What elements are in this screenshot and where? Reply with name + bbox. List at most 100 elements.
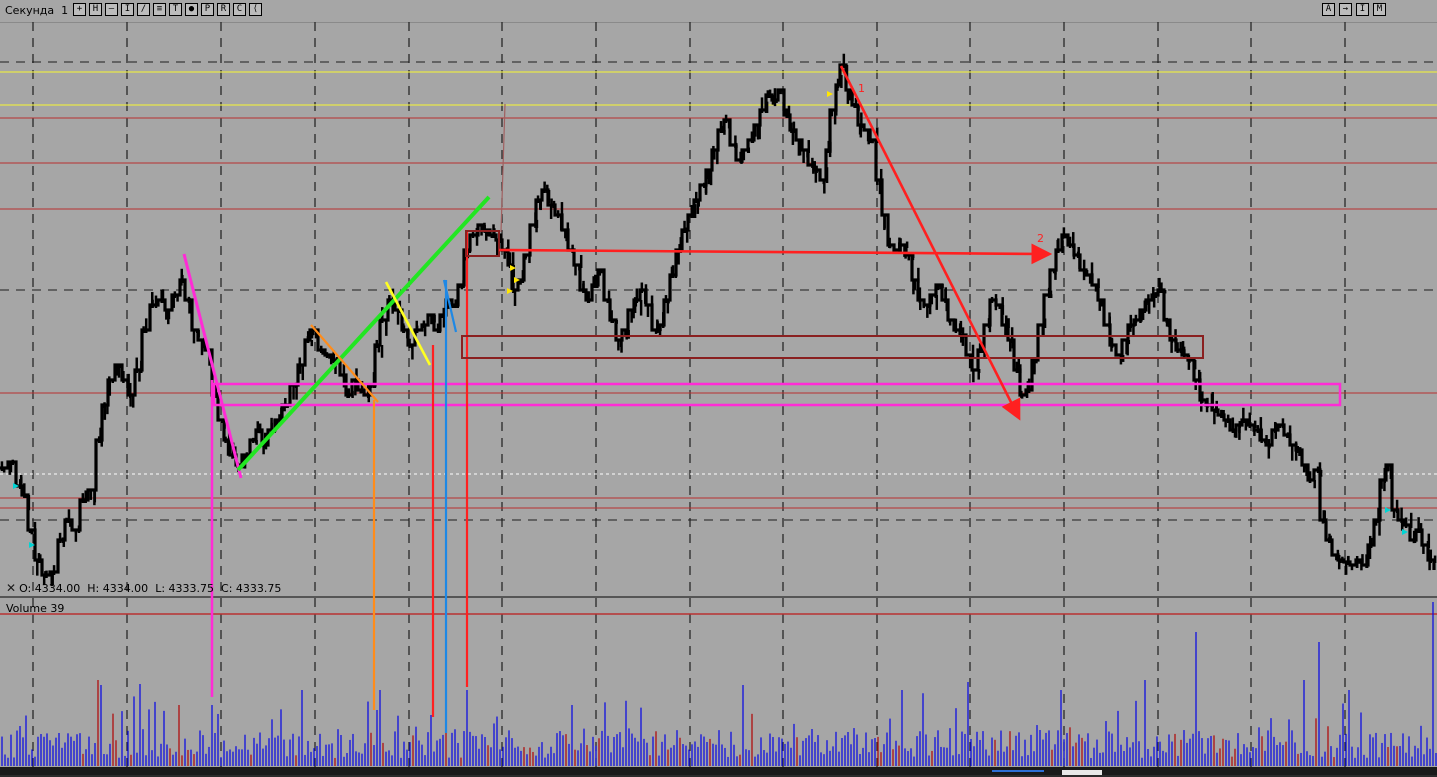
price-bar [1134,320,1137,326]
price-bar [1090,272,1094,278]
crosshair-tools-icon: ✕ [6,581,17,595]
price-bar [534,212,537,228]
price-bar [670,266,674,278]
price-bar [1027,378,1031,393]
price-bar [1179,341,1182,353]
price-bar [1408,525,1412,529]
price-bar [1253,420,1257,428]
price-bar [20,477,23,489]
price-bar [1290,445,1294,461]
price-bar [1433,555,1437,563]
price-bar [1412,540,1416,544]
horizontal-scrollbar[interactable] [0,767,1437,775]
price-bar [968,355,972,369]
price-bar [853,103,856,108]
price-bar [321,350,324,355]
price-bar [103,405,107,420]
price-bar [972,370,975,383]
price-bar [627,330,630,339]
price-bar [977,370,980,380]
price-bar [1170,340,1173,353]
price-bar [342,364,346,378]
scroll-thumb[interactable] [992,770,1044,777]
price-bar [1242,407,1245,423]
price-bar [1163,290,1167,294]
price-bar [1126,340,1129,356]
price-bar [258,430,261,434]
price-bar [1152,287,1155,298]
price-bar [1256,425,1260,433]
price-bar [93,490,97,503]
price-bar [118,364,122,368]
price-bar [1183,349,1186,358]
price-bar [1260,428,1263,443]
price-bar [1387,465,1390,471]
chart-window: Секунда 1 + H — I / ≡ T ● P R C ⟨ A → I M 12 ✕ O: 4334.… [0,0,1437,775]
price-bar [740,160,743,164]
price-bar [140,360,143,373]
price-bar [922,300,926,309]
price-bar [876,180,879,186]
price-bar [907,255,911,261]
price-bar [782,90,785,95]
price-bar [587,299,591,303]
price-bar [1206,397,1209,408]
price-bar [423,325,427,337]
price-bar [1222,409,1225,418]
price-bar [69,520,72,527]
price-bar [1129,314,1133,328]
price-bar [380,345,384,358]
price-bar [176,295,179,302]
price-bar [565,230,568,242]
price-bar [1319,470,1323,477]
price-bar [888,240,891,248]
price-bar [639,300,643,316]
price-bar [406,330,409,339]
price-bar [1094,285,1098,292]
price-bar [1071,232,1075,248]
price-bar [197,330,200,338]
price-bar [709,170,713,186]
price-bar [160,297,164,303]
price-bar [574,265,577,276]
price-bar [768,89,772,98]
price-bar [883,215,886,229]
price-bar [1009,340,1012,352]
price-bar [135,357,138,373]
price-bar [1160,282,1163,293]
price-chart[interactable]: 12 [0,0,1437,775]
ohlc-readout: ✕ O: 4334.00 H: 4334.00 L: 4333.75 C: 433… [6,581,282,595]
price-bar [719,121,723,133]
price-bar [928,305,932,315]
price-bar [685,230,689,243]
price-bar [111,378,115,383]
price-bar [1015,361,1019,373]
price-bar [842,53,846,68]
price-bar [742,150,746,161]
price-bar [998,305,1001,309]
price-bar [1231,417,1235,433]
price-bar [1220,409,1223,418]
price-bar [126,380,129,389]
price-bar [692,203,696,218]
price-bar [988,314,991,328]
price-bar [1147,294,1150,303]
price-bar [911,255,915,261]
price-bar [596,276,599,288]
price-bar [221,418,224,423]
price-bar [617,340,620,351]
price-bar [115,365,119,376]
price-bar [635,288,639,303]
price-bar [1078,255,1081,270]
price-bar [857,105,860,111]
price-bar [695,191,698,203]
scroll-handle[interactable] [1062,770,1102,775]
price-bar [723,130,726,135]
price-bar [483,222,486,228]
price-bar [1400,507,1403,523]
price-bar [1428,560,1431,571]
price-bar [1176,342,1179,353]
price-bar [994,294,998,303]
price-bar [607,290,611,303]
price-bar [750,137,754,143]
